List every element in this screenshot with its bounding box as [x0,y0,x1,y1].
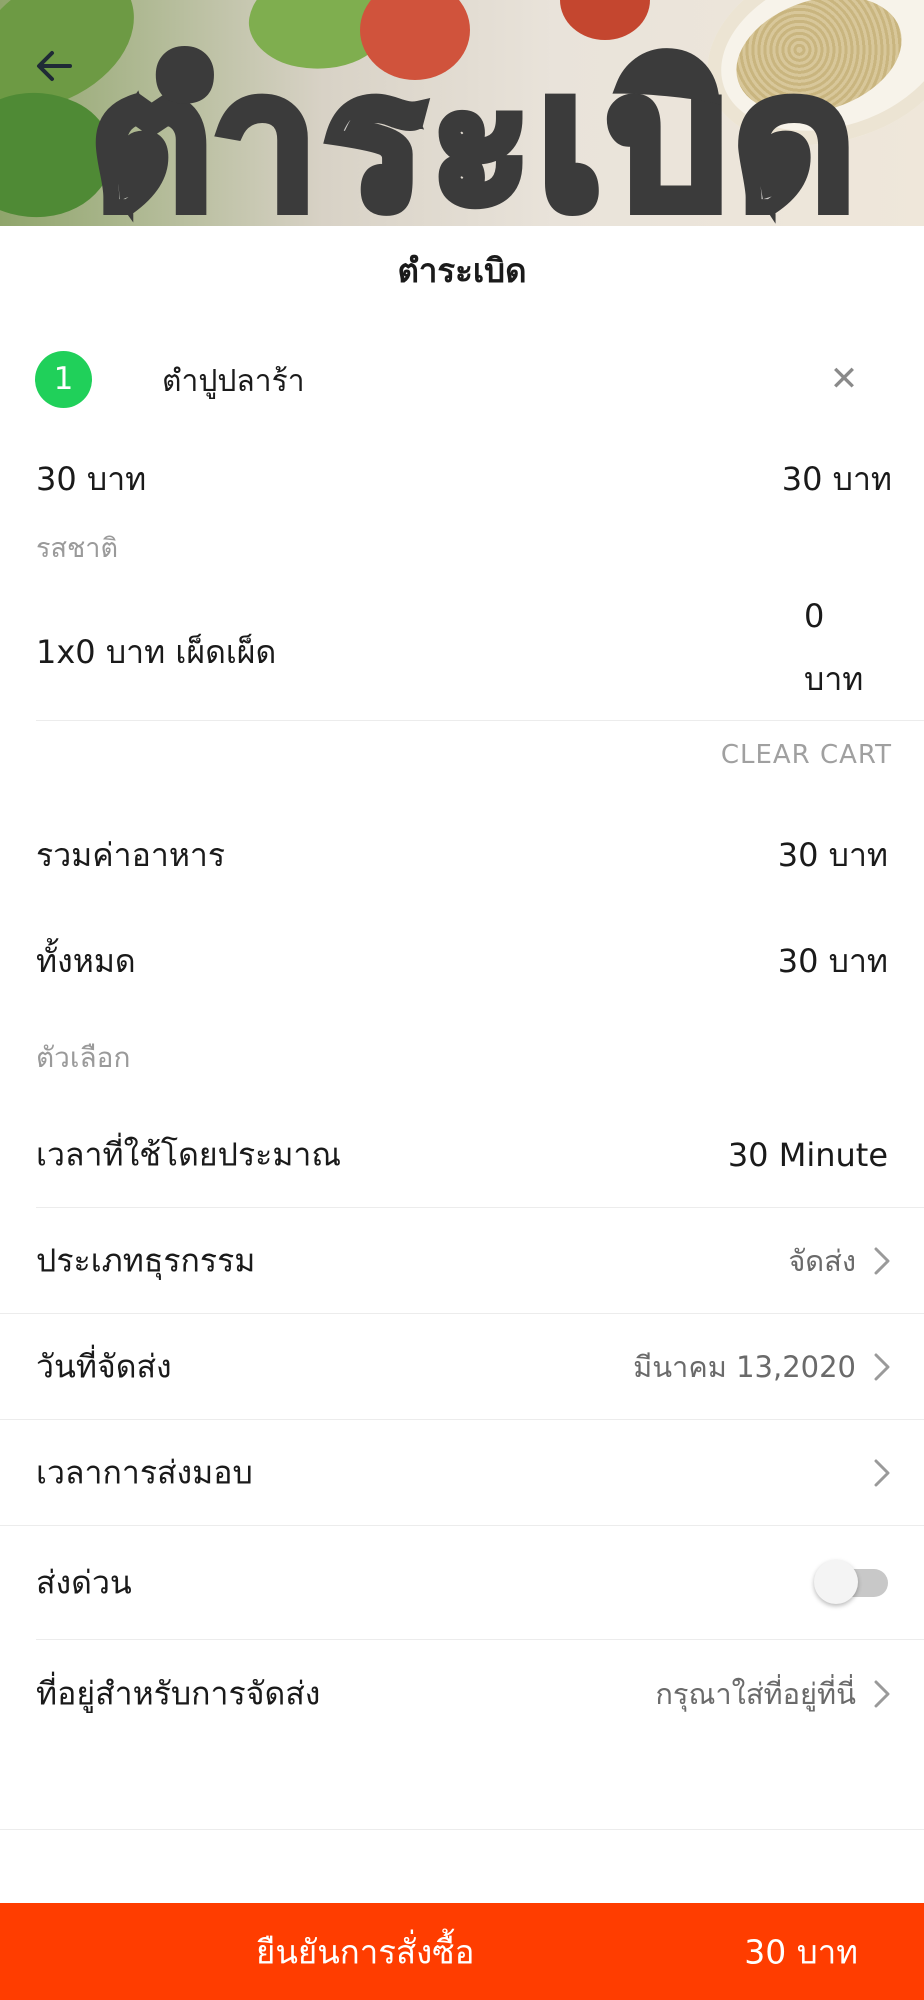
address-placeholder: กรุณาใส่ที่อยู่ที่นี่ [655,1677,856,1711]
toggle-knob [814,1560,858,1604]
confirm-order-label: ยืนยันการสั่งซื้อ [256,1932,475,1971]
express-toggle[interactable] [814,1560,890,1604]
confirm-order-button[interactable]: ยืนยันการสั่งซื้อ 30 บาท [0,1903,924,2000]
banner-logo-text: ตำระเบิด [85,28,862,226]
divider [36,720,924,721]
delivery-date-label: วันที่จัดส่ง [36,1347,172,1386]
option-group-label: รสชาติ [36,533,119,564]
item-unit-price: 30 บาท [36,460,147,498]
store-banner: ตำระเบิด [0,0,924,226]
page-title: ตำระเบิด [397,251,527,290]
item-option-price-amount: 0 [804,597,825,635]
grand-total-label: ทั้งหมด [36,942,136,980]
address-row[interactable]: ที่อยู่สำหรับการจัดส่ง กรุณาใส่ที่อยู่ที… [0,1641,924,1747]
item-option-detail: 1x0 บาท เผ็ดเผ็ด [36,633,277,671]
chevron-right-icon [874,1459,890,1487]
food-total-value: 30 บาท [777,836,888,874]
chevron-right-icon [874,1680,890,1708]
divider [36,1207,924,1208]
item-quantity-badge: 1 [35,351,92,408]
options-section-label: ตัวเลือก [36,1041,131,1074]
delivery-time-row[interactable]: เวลาการส่งมอบ [0,1421,924,1525]
delivery-time-label: เวลาการส่งมอบ [36,1453,253,1492]
est-time-label: เวลาที่ใช้โดยประมาณ [36,1135,342,1174]
confirm-order-total: 30 บาท [744,1932,858,1971]
divider [0,1419,924,1420]
arrow-left-icon[interactable] [30,42,78,90]
est-time-row: เวลาที่ใช้โดยประมาณ 30 Minute [0,1103,924,1207]
item-line-total: 30 บาท [781,460,892,498]
business-type-label: ประเภทธุรกรรม [36,1241,256,1280]
est-time-value: 30 Minute [727,1136,888,1174]
chevron-right-icon [874,1353,890,1381]
clear-cart-button[interactable]: CLEAR CART [721,740,892,770]
delivery-date-row[interactable]: วันที่จัดส่ง มีนาคม 13,2020 [0,1315,924,1419]
delivery-date-value: มีนาคม 13,2020 [633,1350,856,1384]
grand-total-value: 30 บาท [777,942,888,980]
chevron-right-icon [874,1247,890,1275]
address-label: ที่อยู่สำหรับการจัดส่ง [36,1674,321,1713]
cart-item-name: ตำปูปลาร้า [162,364,305,399]
divider [0,1525,924,1526]
business-type-value: จัดส่ง [788,1244,856,1278]
divider [0,1829,924,1830]
business-type-row[interactable]: ประเภทธุรกรรม จัดส่ง [0,1209,924,1313]
close-icon[interactable]: ✕ [825,360,863,398]
divider [36,1639,924,1640]
express-row: ส่งด่วน [0,1527,924,1639]
item-option-price-unit: บาท [804,660,864,698]
food-total-label: รวมค่าอาหาร [36,836,226,874]
divider [0,1313,924,1314]
express-label: ส่งด่วน [36,1563,132,1602]
